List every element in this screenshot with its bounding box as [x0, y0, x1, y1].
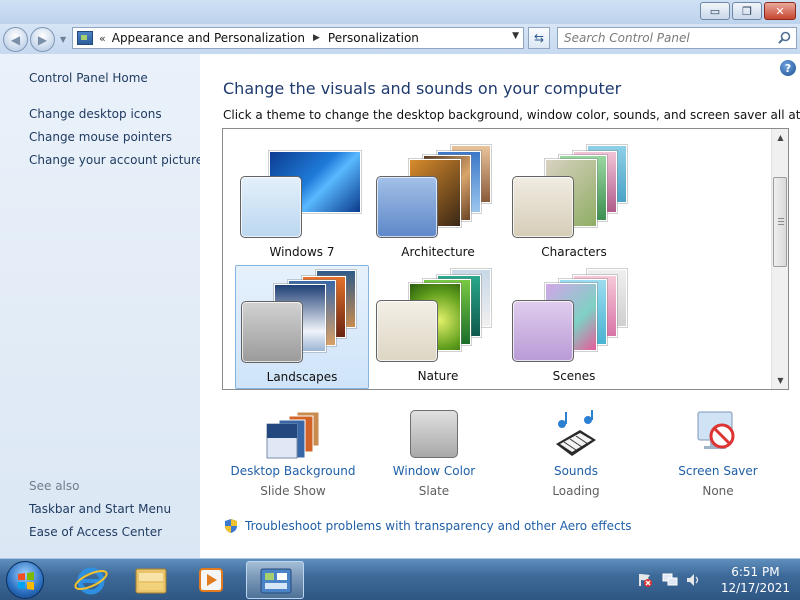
breadcrumb-personalization[interactable]: Personalization [328, 31, 419, 45]
breadcrumb-overflow[interactable]: « [99, 32, 106, 45]
start-button[interactable] [6, 561, 44, 599]
scrollbar-grip-icon [778, 218, 784, 226]
theme-label: Nature [417, 369, 459, 383]
search-icon[interactable] [778, 31, 791, 44]
desktop-background-setting[interactable]: Desktop Background Slide Show [223, 406, 363, 506]
theme-label: Architecture [401, 245, 475, 259]
troubleshoot-link[interactable]: Troubleshoot problems with transparency … [245, 519, 632, 533]
window-color-icon [410, 410, 458, 458]
theme-label: Characters [541, 245, 607, 259]
windows-logo-icon [18, 572, 34, 590]
taskbar-start-menu-link[interactable]: Taskbar and Start Menu [29, 502, 171, 516]
see-also-label: See also [29, 479, 80, 493]
window-controls: ▭ ❐ ✕ [700, 2, 796, 20]
scroll-up-arrow-icon[interactable]: ▲ [772, 129, 788, 146]
action-center-flag-icon[interactable] [637, 572, 653, 588]
screen-saver-link[interactable]: Screen Saver [648, 464, 788, 478]
taskbar-media-player[interactable] [182, 561, 240, 599]
search-input[interactable] [564, 28, 769, 48]
theme-color-swatch [512, 176, 574, 238]
theme-windows-7[interactable]: Windows 7 [235, 141, 369, 265]
control-panel-icon [260, 568, 292, 594]
window-titlebar: ▭ ❐ ✕ [0, 0, 800, 24]
theme-label: Windows 7 [269, 245, 335, 259]
theme-architecture[interactable]: Architecture [371, 141, 505, 265]
minimize-button[interactable]: ▭ [700, 2, 730, 20]
change-account-picture-link[interactable]: Change your account picture [29, 153, 203, 167]
change-mouse-pointers-link[interactable]: Change mouse pointers [29, 130, 172, 144]
page-heading: Change the visuals and sounds on your co… [223, 79, 622, 98]
close-icon: ✕ [775, 4, 785, 18]
recent-pages-dropdown[interactable]: ▼ [60, 35, 66, 44]
folder-icon [135, 568, 167, 594]
forward-button[interactable]: ▶ [30, 27, 55, 52]
forward-arrow-icon: ▶ [37, 32, 48, 47]
shield-icon [225, 519, 237, 533]
scroll-down-arrow-icon[interactable]: ▼ [772, 372, 788, 389]
troubleshoot-row: Troubleshoot problems with transparency … [223, 518, 632, 534]
page-subheading: Click a theme to change the desktop back… [223, 108, 800, 122]
theme-nature[interactable]: Nature [371, 265, 505, 389]
help-icon[interactable]: ? [780, 60, 796, 76]
refresh-button[interactable]: ⇆ [528, 27, 550, 49]
volume-icon[interactable] [685, 572, 701, 588]
taskbar-clock[interactable]: 6:51 PM 12/17/2021 [721, 564, 790, 596]
internet-explorer-icon [74, 567, 108, 595]
search-box[interactable] [557, 27, 797, 49]
theme-color-swatch [512, 300, 574, 362]
address-row: ◀ ▶ ▼ « Appearance and Personalization ▶… [0, 24, 800, 54]
media-player-icon [199, 568, 223, 592]
desktop-background-icon [266, 411, 320, 459]
theme-landscapes[interactable]: Landscapes [235, 265, 369, 389]
address-dropdown-icon[interactable]: ▼ [512, 31, 519, 41]
system-tray: 6:51 PM 12/17/2021 [637, 559, 790, 600]
sounds-link[interactable]: Sounds [506, 464, 646, 478]
control-panel-icon [77, 31, 93, 45]
window-color-link[interactable]: Window Color [364, 464, 504, 478]
screen-saver-value: None [702, 484, 734, 498]
minimize-icon: ▭ [709, 4, 721, 18]
change-desktop-icons-link[interactable]: Change desktop icons [29, 107, 162, 121]
taskbar-windows-explorer[interactable] [122, 561, 180, 599]
taskbar-control-panel[interactable] [246, 561, 304, 599]
back-arrow-icon: ◀ [10, 32, 21, 47]
screen-saver-setting[interactable]: Screen Saver None [648, 406, 788, 506]
ease-of-access-link[interactable]: Ease of Access Center [29, 525, 162, 539]
theme-scenes[interactable]: Scenes [507, 265, 641, 389]
theme-gallery-scrollbar[interactable]: ▲ ▼ [771, 129, 788, 389]
close-button[interactable]: ✕ [764, 2, 796, 20]
theme-color-swatch [376, 300, 438, 362]
scrollbar-thumb[interactable] [773, 177, 787, 267]
left-nav-pane: Control Panel Home Change desktop icons … [0, 54, 203, 558]
theme-color-swatch [376, 176, 438, 238]
back-button[interactable]: ◀ [3, 27, 28, 52]
restore-icon: ❐ [742, 4, 752, 18]
breadcrumb-appearance[interactable]: Appearance and Personalization [112, 31, 305, 45]
theme-label: Scenes [552, 369, 596, 383]
main-pane: ? Change the visuals and sounds on your … [200, 54, 800, 558]
theme-label: Landscapes [266, 370, 338, 384]
taskbar-internet-explorer[interactable] [62, 561, 120, 599]
address-bar[interactable]: « Appearance and Personalization ▶ Perso… [72, 27, 524, 49]
taskbar: 6:51 PM 12/17/2021 [0, 558, 800, 600]
maximize-button[interactable]: ❐ [732, 2, 762, 20]
network-icon[interactable] [661, 572, 679, 588]
desktop-background-link[interactable]: Desktop Background [223, 464, 363, 478]
breadcrumb-chevron-icon[interactable]: ▶ [313, 33, 320, 43]
theme-characters[interactable]: Characters [507, 141, 641, 265]
theme-color-swatch [240, 176, 302, 238]
sounds-icon [556, 410, 596, 456]
control-panel-home-link[interactable]: Control Panel Home [29, 71, 148, 85]
theme-color-swatch [241, 301, 303, 363]
window-color-setting[interactable]: Window Color Slate [364, 406, 504, 506]
clock-time: 6:51 PM [731, 565, 780, 579]
theme-gallery: Windows 7 Architecture Characters Landsc… [222, 128, 789, 390]
window-color-value: Slate [418, 484, 450, 498]
sounds-value: Loading [552, 484, 600, 498]
refresh-icon: ⇆ [533, 31, 545, 45]
clock-date: 12/17/2021 [720, 581, 790, 595]
sounds-setting[interactable]: Sounds Loading [506, 406, 646, 506]
desktop-background-value: Slide Show [260, 484, 326, 498]
screen-saver-icon [697, 411, 735, 449]
